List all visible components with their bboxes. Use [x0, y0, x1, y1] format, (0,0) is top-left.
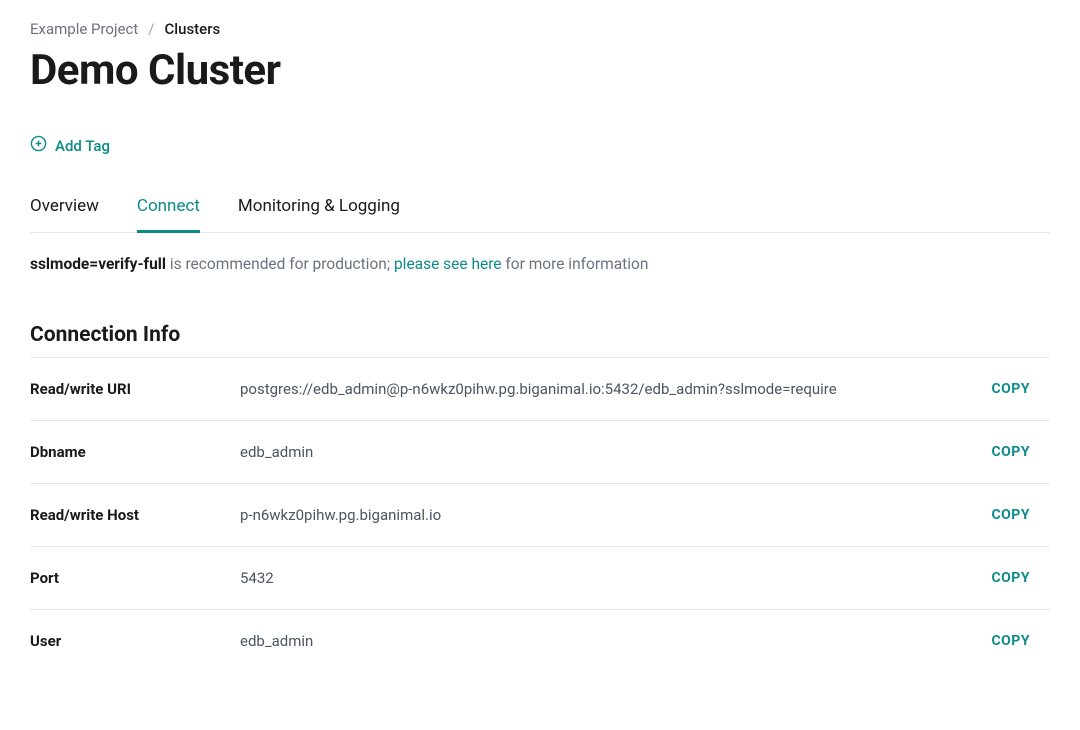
breadcrumb-separator: / — [148, 20, 154, 38]
sslmode-notice: sslmode=verify-full is recommended for p… — [30, 255, 1050, 273]
info-value: 5432 — [240, 569, 991, 587]
page-title: Demo Cluster — [30, 46, 1050, 95]
tabs: Overview Connect Monitoring & Logging — [30, 196, 1050, 233]
add-tag-button[interactable]: Add Tag — [30, 135, 110, 156]
copy-button[interactable]: COPY — [991, 570, 1050, 586]
info-label: User — [30, 632, 240, 650]
copy-button[interactable]: COPY — [991, 444, 1050, 460]
info-value: postgres://edb_admin@p-n6wkz0pihw.pg.big… — [240, 380, 991, 398]
info-label: Read/write Host — [30, 506, 240, 524]
tab-overview[interactable]: Overview — [30, 196, 99, 233]
connection-info-table: Read/write URI postgres://edb_admin@p-n6… — [30, 357, 1050, 672]
info-label: Port — [30, 569, 240, 587]
plus-circle-icon — [30, 135, 47, 156]
tab-monitoring[interactable]: Monitoring & Logging — [238, 196, 400, 233]
notice-bold: sslmode=verify-full — [30, 255, 166, 273]
info-label: Dbname — [30, 443, 240, 461]
notice-mid: is recommended for production; — [166, 255, 394, 273]
info-row-dbname: Dbname edb_admin COPY — [30, 420, 1050, 483]
info-value: edb_admin — [240, 443, 991, 461]
section-title-connection-info: Connection Info — [30, 323, 1050, 347]
info-row-user: User edb_admin COPY — [30, 609, 1050, 672]
copy-button[interactable]: COPY — [991, 507, 1050, 523]
tab-connect[interactable]: Connect — [137, 196, 200, 233]
info-value: p-n6wkz0pihw.pg.biganimal.io — [240, 506, 991, 524]
breadcrumb: Example Project / Clusters — [30, 20, 1050, 38]
notice-link[interactable]: please see here — [394, 255, 502, 273]
breadcrumb-current[interactable]: Clusters — [164, 20, 220, 38]
info-row-uri: Read/write URI postgres://edb_admin@p-n6… — [30, 357, 1050, 420]
info-row-host: Read/write Host p-n6wkz0pihw.pg.biganima… — [30, 483, 1050, 546]
notice-tail: for more information — [502, 255, 649, 273]
copy-button[interactable]: COPY — [991, 381, 1050, 397]
info-value: edb_admin — [240, 632, 991, 650]
add-tag-label: Add Tag — [55, 137, 110, 155]
breadcrumb-project[interactable]: Example Project — [30, 20, 138, 38]
copy-button[interactable]: COPY — [991, 633, 1050, 649]
info-label: Read/write URI — [30, 380, 240, 398]
info-row-port: Port 5432 COPY — [30, 546, 1050, 609]
